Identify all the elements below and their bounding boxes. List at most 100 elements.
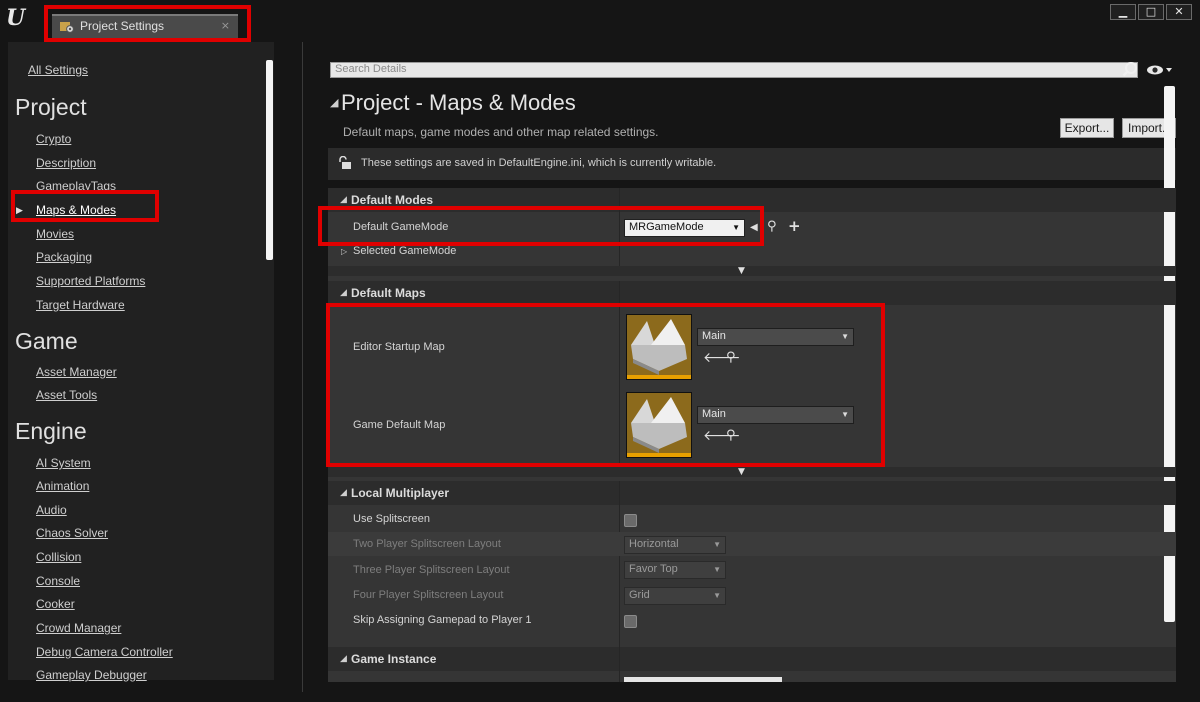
expand-advanced-icon[interactable]: ▼ — [738, 266, 745, 276]
sidebar-item-description[interactable]: Description — [36, 156, 96, 170]
close-button[interactable]: ✕ — [1166, 4, 1192, 20]
section-title-default-modes: Default Modes — [351, 193, 434, 207]
section-title-local-multiplayer: Local Multiplayer — [351, 486, 450, 500]
section-game-instance[interactable] — [328, 647, 1176, 671]
editor-startup-map-value: Main — [702, 330, 726, 342]
two-player-layout-label: Two Player Splitscreen Layout — [353, 538, 501, 550]
sidebar-item-crypto[interactable]: Crypto — [36, 132, 71, 146]
default-gamemode-label: Default GameMode — [353, 221, 449, 233]
sidebar-item-cooker[interactable]: Cooker — [36, 597, 75, 611]
config-info-text: These settings are saved in DefaultEngin… — [361, 157, 717, 169]
search-placeholder: Search Details — [335, 63, 407, 75]
game-default-map-label: Game Default Map — [353, 419, 446, 431]
selected-gamemode-label: Selected GameMode — [353, 245, 457, 257]
four-player-layout-label: Four Player Splitscreen Layout — [353, 589, 504, 601]
section-title-default-maps: Default Maps — [351, 286, 426, 300]
three-player-layout-dropdown[interactable]: Favor Top ▼ — [624, 561, 726, 579]
skip-gamepad-label: Skip Assigning Gamepad to Player 1 — [353, 614, 532, 626]
use-splitscreen-checkbox[interactable] — [624, 514, 637, 527]
minimize-button[interactable]: ▁ — [1110, 4, 1136, 20]
browse-search-icon[interactable]: ⚲ — [767, 220, 777, 234]
sidebar-item-ai-system[interactable]: AI System — [36, 456, 91, 470]
column-divider[interactable] — [619, 188, 620, 266]
sidebar-item-asset-tools[interactable]: Asset Tools — [36, 388, 97, 402]
editor-startup-map-label: Editor Startup Map — [353, 341, 445, 353]
asset-type-bar — [627, 375, 691, 379]
eye-view-options-icon[interactable] — [1146, 63, 1174, 77]
collapse-default-maps-icon[interactable]: ◢ — [340, 288, 347, 298]
sidebar-item-debug-camera-controller[interactable]: Debug Camera Controller — [36, 645, 173, 659]
advanced-expander-maps[interactable] — [328, 467, 1176, 477]
expand-selected-gamemode-icon[interactable]: ▷ — [341, 247, 347, 256]
sidebar-scrollbar[interactable] — [266, 60, 273, 260]
section-local-multiplayer[interactable] — [328, 481, 1176, 505]
chevron-down-icon: ▼ — [732, 223, 740, 232]
search-details-input[interactable]: Search Details — [330, 62, 1138, 78]
sidebar-heading-game: Game — [15, 328, 78, 354]
export-button[interactable]: Export... — [1060, 118, 1114, 138]
sidebar-item-gameplay-debugger[interactable]: Gameplay Debugger — [36, 668, 147, 682]
expand-advanced-icon[interactable]: ▼ — [738, 467, 745, 477]
game-instance-class-dropdown[interactable] — [624, 677, 782, 682]
panel-divider[interactable] — [302, 42, 303, 692]
skip-gamepad-checkbox[interactable] — [624, 615, 637, 628]
search-icon[interactable] — [1122, 61, 1138, 77]
unlocked-icon — [339, 156, 351, 169]
collapse-local-multiplayer-icon[interactable]: ◢ — [340, 488, 347, 498]
chevron-down-icon: ▼ — [713, 565, 721, 574]
sidebar-item-movies[interactable]: Movies — [36, 227, 74, 241]
page-title: Project - Maps & Modes — [341, 90, 576, 115]
tab-close-icon[interactable]: × — [221, 19, 230, 32]
game-default-map-thumbnail[interactable] — [626, 392, 692, 458]
editor-startup-map-dropdown[interactable]: Main ▼ — [697, 328, 854, 346]
collapse-game-instance-icon[interactable]: ◢ — [340, 654, 347, 664]
browse-search-icon[interactable]: ⚲ — [726, 429, 736, 443]
four-player-layout-value: Grid — [629, 589, 650, 601]
section-default-maps[interactable] — [328, 281, 1176, 305]
browse-search-icon[interactable]: ⚲ — [726, 351, 736, 365]
editor-startup-map-thumbnail[interactable] — [626, 314, 692, 380]
window-controls: ▁ □ ✕ — [1108, 4, 1192, 20]
section-title-game-instance: Game Instance — [351, 652, 437, 666]
three-player-layout-label: Three Player Splitscreen Layout — [353, 564, 510, 576]
sidebar-item-crowd-manager[interactable]: Crowd Manager — [36, 621, 121, 635]
sidebar-heading-project: Project — [15, 94, 87, 120]
collapse-default-modes-icon[interactable]: ◢ — [340, 195, 347, 205]
sidebar-item-maps-modes[interactable]: Maps & Modes — [36, 203, 116, 217]
selected-arrow-icon: ▶ — [16, 206, 23, 216]
use-selected-arrow-icon[interactable]: ◀ — [750, 221, 758, 235]
game-default-map-dropdown[interactable]: Main ▼ — [697, 406, 854, 424]
two-player-layout-value: Horizontal — [629, 538, 679, 550]
sidebar-item-target-hardware[interactable]: Target Hardware — [36, 298, 125, 312]
chevron-down-icon: ▼ — [841, 332, 849, 341]
chevron-down-icon: ▼ — [713, 591, 721, 600]
collapse-title-icon[interactable]: ◢ — [330, 96, 338, 109]
sidebar-item-packaging[interactable]: Packaging — [36, 250, 92, 264]
section-default-modes[interactable] — [328, 188, 1176, 212]
game-default-map-value: Main — [702, 408, 726, 420]
two-player-layout-dropdown[interactable]: Horizontal ▼ — [624, 536, 726, 554]
default-gamemode-value: MRGameMode — [629, 221, 704, 233]
sidebar-item-console[interactable]: Console — [36, 574, 80, 588]
details-content — [328, 188, 1176, 682]
settings-tab-icon — [60, 22, 74, 33]
sidebar-item-supported-platforms[interactable]: Supported Platforms — [36, 274, 145, 288]
four-player-layout-dropdown[interactable]: Grid ▼ — [624, 587, 726, 605]
maximize-button[interactable]: □ — [1138, 4, 1164, 20]
tab-label: Project Settings — [80, 19, 165, 33]
advanced-expander-modes[interactable] — [328, 266, 1176, 276]
sidebar-item-gameplaytags[interactable]: GameplayTags — [36, 179, 116, 193]
add-plus-icon[interactable]: + — [788, 219, 801, 234]
unreal-logo-icon: U — [6, 5, 26, 31]
column-divider[interactable] — [619, 281, 620, 467]
sidebar-item-animation[interactable]: Animation — [36, 479, 89, 493]
column-divider[interactable] — [619, 647, 620, 682]
tab-project-settings[interactable]: Project Settings × — [52, 14, 238, 38]
title-bar: U Project Settings × ▁ □ ✕ — [0, 0, 1200, 40]
sidebar-item-audio[interactable]: Audio — [36, 503, 67, 517]
sidebar-item-collision[interactable]: Collision — [36, 550, 81, 564]
sidebar-item-asset-manager[interactable]: Asset Manager — [36, 365, 117, 379]
default-gamemode-dropdown[interactable]: MRGameMode ▼ — [624, 219, 745, 237]
sidebar-item-chaos-solver[interactable]: Chaos Solver — [36, 526, 108, 540]
sidebar-item-all-settings[interactable]: All Settings — [28, 63, 88, 77]
